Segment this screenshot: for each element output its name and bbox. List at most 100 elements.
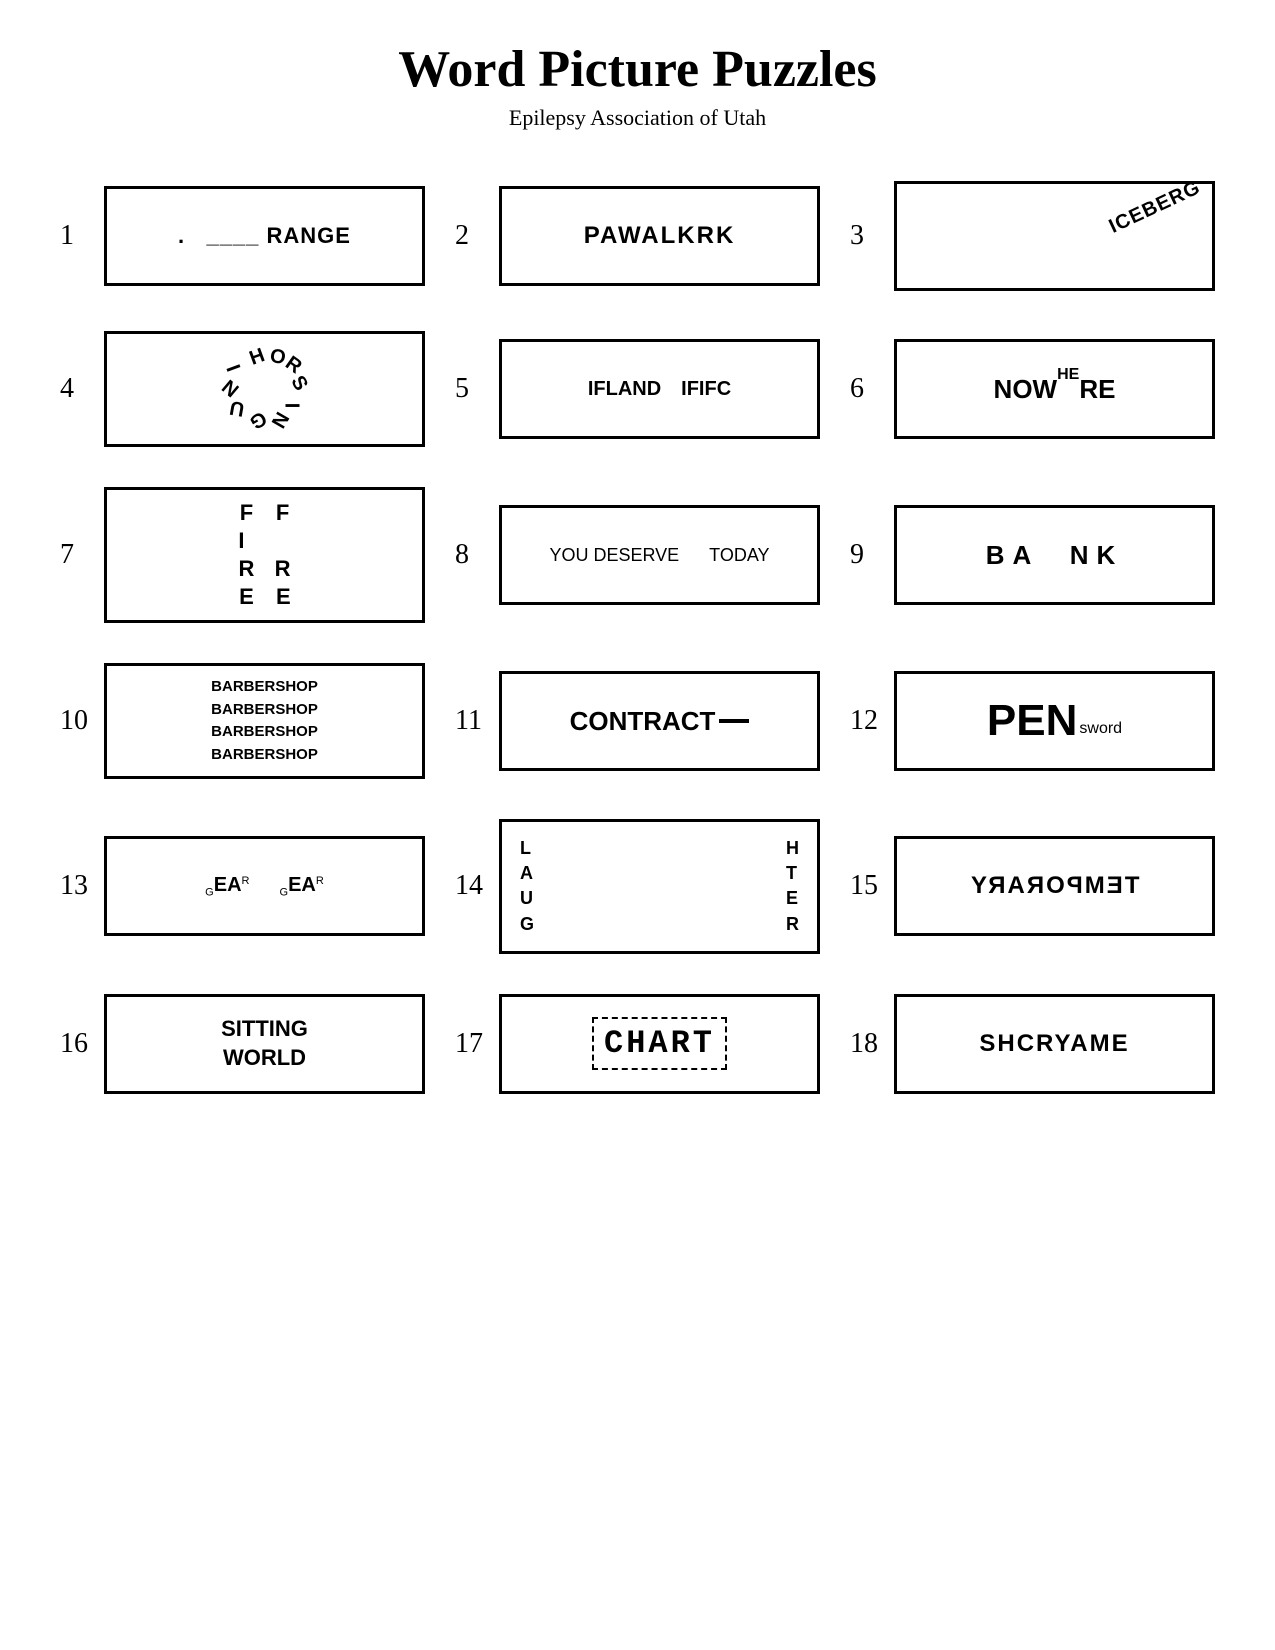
p13-ea1: EA — [214, 874, 242, 896]
puzzle-number-18: 18 — [850, 1028, 882, 1060]
p7-e2: E — [275, 584, 291, 610]
puzzle-box-16: SITTINGWORLD — [104, 994, 425, 1094]
puzzle-cell-1: 1 . ____ RANGE — [60, 181, 425, 291]
puzzle-7-content: F F I R R E E — [238, 500, 290, 610]
p14-u: U — [520, 886, 534, 911]
puzzle-box-17: CHART — [499, 994, 820, 1094]
puzzle-number-10: 10 — [60, 705, 92, 737]
puzzle-2-content: PAWALKRK — [584, 222, 736, 250]
puzzle-cell-3: 3 ICEBERG — [850, 181, 1215, 291]
puzzle-13-word2: GEAR — [280, 874, 324, 899]
p7-e1: E — [238, 584, 254, 610]
puzzle-8-content: YOU DESERVE TODAY — [549, 545, 769, 566]
puzzle-number-13: 13 — [60, 870, 92, 902]
puzzle-1-content: . ____ RANGE — [178, 223, 351, 249]
puzzle-number-12: 12 — [850, 705, 882, 737]
puzzle-grid: 1 . ____ RANGE 2 PAWALKRK 3 ICEBERG 4 H … — [60, 181, 1215, 1094]
puzzle-cell-6: 6 NOWHERE — [850, 331, 1215, 447]
puzzle-box-2: PAWALKRK — [499, 186, 820, 286]
puzzle-box-14: L A U G H T E R — [499, 819, 820, 954]
puzzle-5-word1: IFLAND — [588, 378, 661, 401]
puzzle-box-3: ICEBERG — [894, 181, 1215, 291]
p14-t: T — [786, 861, 799, 886]
p14-e: E — [786, 886, 799, 911]
puzzle-cell-8: 8 YOU DESERVE TODAY — [455, 487, 820, 623]
puzzle-5-word2: IFIFC — [681, 378, 731, 401]
puzzle-box-12: PENsword — [894, 671, 1215, 771]
puzzle-13-word1: GEAR — [205, 874, 249, 899]
puzzle-box-6: NOWHERE — [894, 339, 1215, 439]
puzzle-6-now: NOW — [994, 374, 1058, 405]
puzzle-cell-11: 11 CONTRACT — [455, 663, 820, 779]
puzzle-cell-7: 7 F F I R R E E — [60, 487, 425, 623]
puzzle-13-gap — [259, 876, 269, 897]
puzzle-4-content: H O R S I N G U N I — [220, 344, 310, 434]
puzzle-5-content: IFLAND IFIFC — [588, 378, 731, 401]
puzzle-number-8: 8 — [455, 539, 487, 571]
puzzle-cell-5: 5 IFLAND IFIFC — [455, 331, 820, 447]
p14-a: A — [520, 861, 534, 886]
puzzle-number-15: 15 — [850, 870, 882, 902]
puzzle-cell-16: 16 SITTINGWORLD — [60, 994, 425, 1094]
puzzle-12-small: sword — [1079, 720, 1122, 738]
puzzle-10-content: BARBERSHOP BARBERSHOP BARBERSHOP BARBERS… — [211, 676, 318, 766]
puzzle-18-content: SHCRYAME — [979, 1030, 1129, 1058]
puzzle-13-content: GEAR GEAR — [205, 874, 324, 899]
puzzle-number-16: 16 — [60, 1028, 92, 1060]
puzzle-box-11: CONTRACT — [499, 671, 820, 771]
puzzle-number-9: 9 — [850, 539, 882, 571]
puzzle-box-18: SHCRYAME — [894, 994, 1215, 1094]
puzzle-14-content: L A U G H T E R — [512, 832, 807, 941]
puzzle-box-5: IFLAND IFIFC — [499, 339, 820, 439]
p13-g1-sub: G — [205, 887, 214, 899]
puzzle-number-3: 3 — [850, 220, 882, 252]
puzzle-number-1: 1 — [60, 220, 92, 252]
puzzle-box-4: H O R S I N G U N I — [104, 331, 425, 447]
p7-i: I — [238, 528, 254, 554]
puzzle-number-2: 2 — [455, 220, 487, 252]
p14-g: G — [520, 912, 534, 937]
puzzle-number-4: 4 — [60, 373, 92, 405]
puzzle-number-5: 5 — [455, 373, 487, 405]
puzzle-cell-10: 10 BARBERSHOP BARBERSHOP BARBERSHOP BARB… — [60, 663, 425, 779]
puzzle-number-17: 17 — [455, 1028, 487, 1060]
p7-f1: F — [238, 500, 254, 526]
puzzle-box-7: F F I R R E E — [104, 487, 425, 623]
puzzle-cell-14: 14 L A U G H T E R — [455, 819, 820, 954]
page-subtitle: Epilepsy Association of Utah — [60, 105, 1215, 131]
puzzle-17-content: CHART — [592, 1017, 727, 1070]
puzzle-8-word1: YOU DESERVE — [549, 545, 679, 566]
puzzle-12-content: PENsword — [987, 696, 1122, 746]
puzzle-15-content: TEMPORARY — [969, 872, 1139, 900]
puzzle-6-he: HE — [1057, 366, 1079, 384]
puzzle-cell-9: 9 BA NK — [850, 487, 1215, 623]
puzzle-6-content: NOWHERE — [994, 374, 1116, 405]
puzzle-14-left: L A U G — [520, 836, 534, 937]
puzzle-box-1: . ____ RANGE — [104, 186, 425, 286]
p7-space — [275, 528, 291, 554]
puzzle-9-content: BA NK — [986, 540, 1124, 571]
p7-r1: R — [238, 556, 254, 582]
puzzle-cell-4: 4 H O R S I N G U N I — [60, 331, 425, 447]
page-title: Word Picture Puzzles — [60, 40, 1215, 99]
puzzle-box-8: YOU DESERVE TODAY — [499, 505, 820, 605]
puzzle-11-content: CONTRACT — [570, 706, 750, 737]
p7-r2: R — [275, 556, 291, 582]
puzzle-number-6: 6 — [850, 373, 882, 405]
puzzle-11-text: CONTRACT — [570, 706, 716, 737]
puzzle-number-14: 14 — [455, 870, 487, 902]
p13-ea2: EA — [288, 874, 316, 896]
puzzle-number-7: 7 — [60, 539, 92, 571]
puzzle-14-right: H T E R — [786, 836, 799, 937]
puzzle-box-15: TEMPORARY — [894, 836, 1215, 936]
puzzle-cell-17: 17 CHART — [455, 994, 820, 1094]
p14-l1: L — [520, 836, 534, 861]
puzzle-8-word2: TODAY — [709, 545, 769, 566]
puzzle-cell-12: 12 PENsword — [850, 663, 1215, 779]
puzzle-3-content: ICEBERG — [1106, 181, 1205, 239]
p13-r1-sup: R — [242, 875, 250, 887]
puzzle-16-content: SITTINGWORLD — [221, 1015, 308, 1072]
p7-f2: F — [275, 500, 291, 526]
puzzle-11-dash — [719, 719, 749, 723]
puzzle-cell-15: 15 TEMPORARY — [850, 819, 1215, 954]
